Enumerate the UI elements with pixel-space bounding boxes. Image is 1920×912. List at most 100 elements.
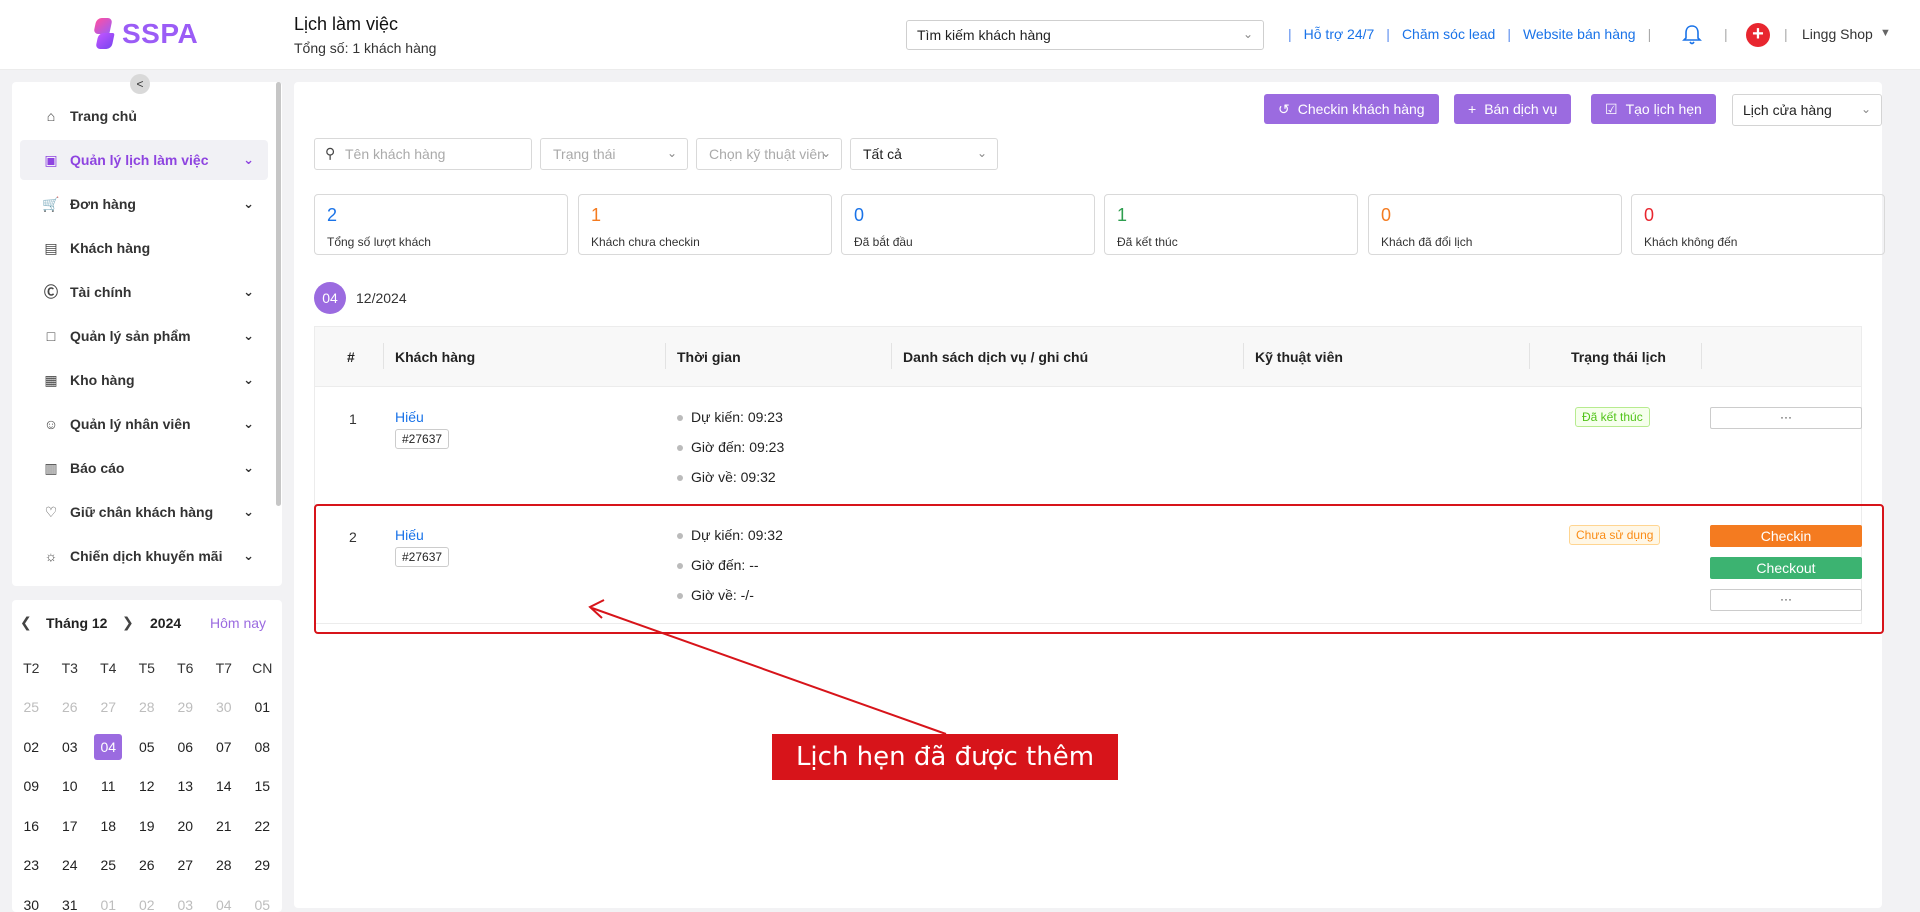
column-divider	[665, 343, 666, 369]
all-select-value: Tất cả	[863, 146, 902, 162]
cart-icon: 🛒	[42, 195, 60, 212]
customer-link[interactable]: Hiếu	[395, 527, 424, 543]
chevron-down-icon[interactable]: ▼	[1880, 27, 1891, 39]
status-select[interactable]: Trạng thái ⌄	[540, 138, 688, 170]
sidebar: ⌂ Trang chủ ▣ Quản lý lịch làm việc ⌄ 🛒 …	[12, 82, 282, 586]
calendar-day[interactable]: 31	[51, 897, 90, 912]
more-actions-button[interactable]: ···	[1710, 589, 1862, 611]
calendar-day[interactable]: 05	[243, 897, 282, 912]
calendar-day[interactable]: 21	[205, 818, 244, 834]
sidebar-item-staff[interactable]: ☺ Quản lý nhân viên ⌄	[20, 404, 268, 444]
search-icon: ⚲	[325, 145, 336, 161]
stat-total-visits: 2 Tổng số lượt khách	[314, 194, 568, 255]
chevron-down-icon: ⌄	[243, 460, 254, 475]
calendar-day[interactable]: 26	[51, 699, 90, 715]
calendar-day-selected[interactable]: 04	[89, 733, 128, 760]
sidebar-item-reports[interactable]: ▥ Báo cáo ⌄	[20, 448, 268, 488]
chevron-right-icon[interactable]: ❯	[122, 614, 134, 631]
calendar-day[interactable]: 12	[128, 778, 167, 794]
all-select[interactable]: Tất cả ⌄	[850, 138, 998, 170]
stat-value: 1	[1117, 205, 1128, 225]
calendar-day[interactable]: 02	[12, 739, 51, 755]
calendar-day[interactable]: 30	[205, 699, 244, 715]
sidebar-item-promotions[interactable]: ☼ Chiến dịch khuyến mãi ⌄	[20, 536, 268, 576]
calendar-day[interactable]: 30	[12, 897, 51, 912]
calendar-day[interactable]: 14	[205, 778, 244, 794]
calendar-day[interactable]: 15	[243, 778, 282, 794]
add-icon[interactable]: +	[1746, 23, 1770, 47]
main-content: ↺ Checkin khách hàng + Bán dịch vụ ☑ Tạo…	[294, 82, 1885, 908]
sidebar-item-orders[interactable]: 🛒 Đơn hàng ⌄	[20, 184, 268, 224]
customer-name-input[interactable]: ⚲ Tên khách hàng	[314, 138, 532, 170]
more-actions-button[interactable]: ···	[1710, 407, 1862, 429]
sell-service-button[interactable]: + Bán dịch vụ	[1454, 94, 1572, 124]
mini-calendar: ❮ Tháng 12 ❯ 2024 Hôm nay T2 T3 T4 T5 T6 T7 CN…	[12, 600, 282, 912]
calendar-day[interactable]: 29	[243, 857, 282, 873]
customer-search-select[interactable]: Tìm kiếm khách hàng ⌄	[906, 20, 1264, 50]
calendar-day[interactable]: 22	[243, 818, 282, 834]
sidebar-scrollbar[interactable]	[276, 82, 281, 506]
today-button[interactable]: Hôm nay	[210, 615, 266, 631]
arrival-time: Giờ đến: 09:23	[691, 439, 785, 455]
calendar-day[interactable]: 02	[128, 897, 167, 912]
checkin-button[interactable]: Checkin	[1710, 525, 1862, 547]
logo[interactable]: SSPA	[92, 16, 198, 52]
sidebar-item-home[interactable]: ⌂ Trang chủ	[20, 96, 268, 136]
sidebar-item-products[interactable]: □ Quản lý sản phẩm ⌄	[20, 316, 268, 356]
calendar-icon: ▣	[44, 151, 58, 168]
calendar-day[interactable]: 04	[205, 897, 244, 912]
bell-icon[interactable]	[1682, 24, 1702, 46]
create-appointment-button[interactable]: ☑ Tạo lịch hẹn	[1591, 94, 1716, 124]
chevron-down-icon: ⌄	[820, 146, 831, 160]
chevron-down-icon: ⌄	[243, 284, 254, 299]
support-link[interactable]: Hỗ trợ 24/7	[1304, 26, 1375, 42]
calendar-day[interactable]: 06	[166, 739, 205, 755]
chevron-down-icon: ⌄	[1242, 27, 1253, 41]
calendar-day[interactable]: 24	[51, 857, 90, 873]
calendar-day[interactable]: 17	[51, 818, 90, 834]
checkin-customer-button[interactable]: ↺ Checkin khách hàng	[1264, 94, 1439, 124]
calendar-day[interactable]: 07	[205, 739, 244, 755]
website-link[interactable]: Website bán hàng	[1523, 26, 1636, 42]
chevron-down-icon: ⌄	[976, 146, 987, 160]
calendar-month[interactable]: Tháng 12	[46, 615, 107, 631]
calendar-day[interactable]: 03	[51, 739, 90, 755]
calendar-day[interactable]: 09	[12, 778, 51, 794]
sidebar-item-customers[interactable]: ▤ Khách hàng	[20, 228, 268, 268]
calendar-day[interactable]: 27	[89, 699, 128, 715]
calendar-day[interactable]: 29	[166, 699, 205, 715]
calendar-day[interactable]: 08	[243, 739, 282, 755]
calendar-day[interactable]: 01	[243, 699, 282, 715]
calendar-day[interactable]: 28	[205, 857, 244, 873]
calendar-day[interactable]: 20	[166, 818, 205, 834]
collapse-sidebar-button[interactable]: <	[130, 74, 150, 94]
calendar-day[interactable]: 16	[12, 818, 51, 834]
customer-link[interactable]: Hiếu	[395, 409, 424, 425]
calendar-day[interactable]: 28	[128, 699, 167, 715]
calendar-day[interactable]: 01	[89, 897, 128, 912]
technician-select[interactable]: Chọn kỹ thuật viên ⌄	[696, 138, 842, 170]
calendar-day[interactable]: 25	[89, 857, 128, 873]
calendar-day[interactable]: 25	[12, 699, 51, 715]
calendar-day[interactable]: 03	[166, 897, 205, 912]
user-menu[interactable]: Lingg Shop	[1802, 26, 1873, 42]
sidebar-item-retention[interactable]: ♡ Giữ chân khách hàng ⌄	[20, 492, 268, 532]
sidebar-item-finance[interactable]: Ⓒ Tài chính ⌄	[20, 272, 268, 312]
calendar-day[interactable]: 26	[128, 857, 167, 873]
sidebar-item-warehouse[interactable]: ▦ Kho hàng ⌄	[20, 360, 268, 400]
checkout-button[interactable]: Checkout	[1710, 557, 1862, 579]
calendar-day[interactable]: 23	[12, 857, 51, 873]
calendar-year[interactable]: 2024	[150, 615, 181, 631]
calendar-day[interactable]: 10	[51, 778, 90, 794]
lead-care-link[interactable]: Chăm sóc lead	[1402, 26, 1495, 42]
calendar-day[interactable]: 18	[89, 818, 128, 834]
calendar-day[interactable]: 13	[166, 778, 205, 794]
chevron-left-icon[interactable]: ❮	[20, 614, 32, 631]
calendar-day[interactable]: 05	[128, 739, 167, 755]
calendar-day[interactable]: 19	[128, 818, 167, 834]
calendar-day[interactable]: 11	[89, 778, 128, 794]
store-calendar-select[interactable]: Lịch cửa hàng ⌄	[1732, 94, 1882, 126]
sidebar-item-schedule[interactable]: ▣ Quản lý lịch làm việc ⌄	[20, 140, 268, 180]
column-divider	[1529, 343, 1530, 369]
calendar-day[interactable]: 27	[166, 857, 205, 873]
